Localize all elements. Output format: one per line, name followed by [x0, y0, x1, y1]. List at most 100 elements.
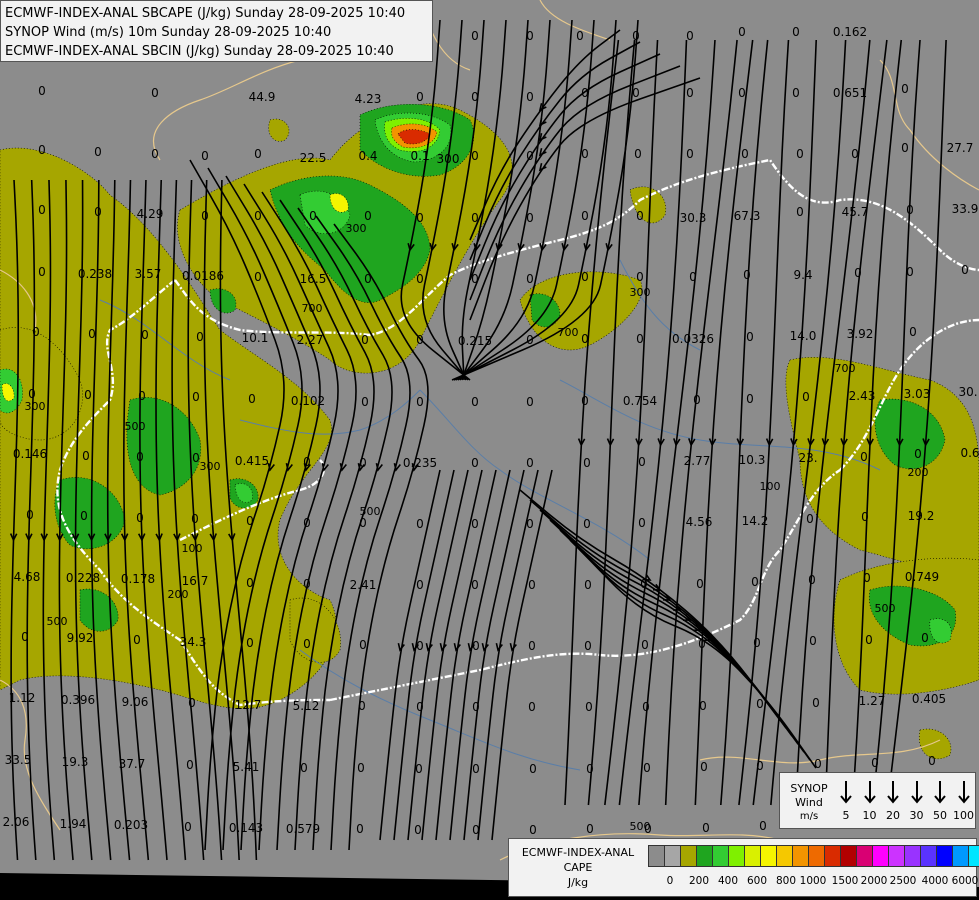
station-value: 0: [192, 390, 200, 404]
wind-arrow-icon: [934, 781, 946, 804]
station-value: 0: [802, 390, 810, 404]
station-value: 0: [854, 266, 862, 280]
station-value: 0: [359, 516, 367, 530]
station-value: 0: [526, 90, 534, 104]
cape-legend-title: ECMWF-INDEX-ANAL CAPE J/kg: [513, 845, 643, 890]
station-value: 0: [584, 639, 592, 653]
cape-swatch: [904, 845, 921, 867]
station-value: 0.143: [229, 821, 263, 835]
station-value: 0: [94, 205, 102, 219]
station-value: 0: [151, 86, 159, 100]
station-value: 0: [583, 517, 591, 531]
station-value: 0: [254, 270, 262, 284]
station-value: 0: [471, 90, 479, 104]
station-value: 0: [529, 823, 537, 837]
station-value: 0: [581, 270, 589, 284]
cape-tick-label: 1000: [799, 875, 827, 887]
station-value: 0: [743, 268, 751, 282]
contour-label: 300: [200, 460, 221, 473]
station-value: 0: [303, 577, 311, 591]
station-value: 0: [581, 394, 589, 408]
station-value: 5.41: [233, 760, 260, 774]
cape-legend-unit: J/kg: [567, 876, 589, 889]
station-value: 0.651: [833, 86, 867, 100]
station-value: 0: [82, 449, 90, 463]
station-value: 4.29: [137, 207, 164, 221]
station-value: 0: [901, 141, 909, 155]
cape-swatch: [696, 845, 713, 867]
station-value: 0: [472, 762, 480, 776]
station-value: 0: [792, 25, 800, 39]
station-value: 0: [702, 821, 710, 835]
station-value: 0: [528, 639, 536, 653]
station-value: 0: [644, 822, 652, 836]
station-value: 1.27: [859, 694, 886, 708]
wind-key-label: 50: [933, 809, 947, 822]
station-value: 0: [638, 516, 646, 530]
station-value: 0.0186: [182, 269, 224, 283]
station-value: 0: [961, 263, 969, 277]
station-value: 0: [808, 573, 816, 587]
station-value: 0: [471, 211, 479, 225]
station-value: 19.2: [908, 509, 935, 523]
station-value: 3.57: [135, 267, 162, 281]
station-value: 0: [921, 631, 929, 645]
cape-swatch: [920, 845, 937, 867]
station-value: 0: [364, 209, 372, 223]
station-value: 0: [753, 636, 761, 650]
cape-swatch: [792, 845, 809, 867]
station-value: 0: [526, 29, 534, 43]
cape-legend-title-2: CAPE: [563, 861, 593, 874]
cape-scale-ticks: 0 200 400 600 800 1000 1500 2000 2500 4000 6000: [648, 875, 979, 891]
station-value: 0: [526, 517, 534, 531]
station-value: 0.146: [13, 447, 47, 461]
station-value: 0: [689, 270, 697, 284]
cape-swatch: [744, 845, 761, 867]
station-value: 0: [416, 211, 424, 225]
station-value: 0: [471, 29, 479, 43]
station-value: 0: [699, 699, 707, 713]
station-value: 0: [246, 576, 254, 590]
map-view: 300 700 700 300 700 300 500 300 500 100 500 200 200 1…: [0, 0, 979, 900]
station-value: 0: [361, 395, 369, 409]
station-value: 0: [21, 630, 29, 644]
wind-key-label: 10: [862, 809, 877, 822]
station-value: 16.7: [182, 574, 209, 588]
station-value: 30.3: [680, 211, 707, 225]
station-value: 0: [526, 211, 534, 225]
station-value: 0: [300, 761, 308, 775]
contour-label: 700: [302, 302, 323, 315]
contour-label: 500: [47, 615, 68, 628]
station-value: 0: [416, 395, 424, 409]
station-value: 0.238: [78, 267, 112, 281]
cape-swatch: [728, 845, 745, 867]
station-value: 0: [632, 86, 640, 100]
station-value: 0.215: [458, 334, 492, 348]
station-value: 0: [634, 147, 642, 161]
cape-swatch: [888, 845, 905, 867]
wind-key-5: 5: [835, 779, 857, 822]
station-value: 0: [586, 762, 594, 776]
station-value: 0: [528, 578, 536, 592]
station-value: 0: [416, 639, 424, 653]
station-value: 2.43: [849, 389, 876, 403]
station-value: 0: [138, 389, 146, 403]
station-value: 0.415: [235, 454, 269, 468]
wind-arrow-icon: [887, 781, 899, 804]
station-value: 0: [796, 147, 804, 161]
station-value: 2.41: [350, 578, 377, 592]
station-value: 0: [806, 512, 814, 526]
station-value: 0.162: [833, 25, 867, 39]
station-value: 4.56: [686, 515, 713, 529]
contour-label: 200: [168, 588, 189, 601]
station-value: 0: [863, 571, 871, 585]
station-value: 3.03: [904, 387, 931, 401]
station-value: 0.6: [960, 446, 979, 460]
cape-swatch: [808, 845, 825, 867]
station-value: 0: [303, 637, 311, 651]
station-value: 0: [901, 82, 909, 96]
station-value: 44.9: [249, 90, 276, 104]
station-value: 0: [151, 147, 159, 161]
station-value: 1.12: [9, 691, 36, 705]
station-value: 0: [38, 265, 46, 279]
